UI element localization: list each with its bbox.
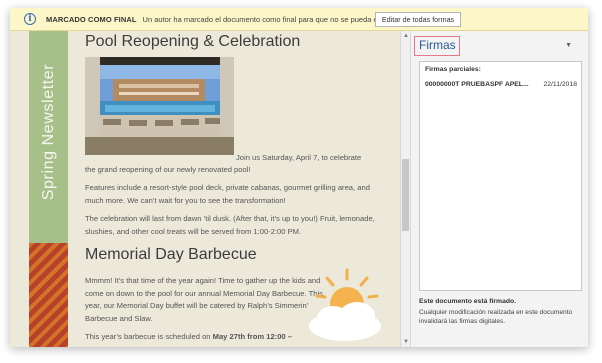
heading-pool-reopening: Pool Reopening & Celebration	[85, 33, 301, 50]
partial-signatures-list: Firmas parciales: 00000000T PRUEBASPF AP…	[419, 61, 582, 291]
signatures-pane: Firmas ▼ Firmas parciales: 00000000T PRU…	[410, 31, 588, 347]
signed-status: Este documento está firmado.	[419, 298, 517, 305]
pool-para-1b: the grand reopening of our newly renovat…	[85, 165, 251, 174]
bbq-para-1: Mmmm! It’s that time of the year again! …	[85, 276, 323, 323]
partial-signatures-header: Firmas parciales:	[425, 66, 481, 73]
scroll-thumb[interactable]	[402, 159, 409, 231]
heading-memorial-day: Memorial Day Barbecue	[85, 246, 257, 263]
document-scrollbar[interactable]: ▲ ▼	[400, 31, 410, 347]
infobar-message: Un autor ha marcado el documento como fi…	[142, 14, 394, 24]
signatures-pane-title: Firmas	[414, 36, 460, 56]
bbq-para-2: This year’s barbecue is scheduled on May…	[85, 332, 292, 341]
signature-row[interactable]: 00000000T PRUEBASPF APEL... 22/11/2018	[425, 81, 577, 88]
infobar-title: MARCADO COMO FINAL	[46, 14, 137, 24]
pool-para-3: The celebration will last from dawn ’til…	[85, 214, 375, 236]
signed-warning: Cualquier modificación realizada en este…	[419, 309, 573, 325]
pool-para-2: Features include a resort-style pool dec…	[85, 183, 370, 205]
scroll-up-icon[interactable]: ▲	[402, 33, 410, 39]
signature-date: 22/11/2018	[543, 81, 577, 88]
pool-para-1a: Join us Saturday, April 7, to celebrate	[236, 153, 362, 162]
pool-photo	[85, 57, 234, 155]
sun-cloud-illustration	[309, 268, 381, 341]
sidebar-title: Spring Newsletter	[39, 63, 57, 201]
chevron-pattern	[29, 243, 68, 347]
info-icon: i	[24, 13, 36, 25]
signer-name: 00000000T PRUEBASPF APEL...	[425, 81, 529, 88]
document-canvas[interactable]: Spring Newsletter Pool Reopening & Celeb…	[10, 31, 400, 347]
edit-anyway-button[interactable]: Editar de todas formas	[375, 12, 461, 27]
marked-final-infobar: i MARCADO COMO FINAL Un autor ha marcado…	[10, 8, 588, 31]
word-window: i MARCADO COMO FINAL Un autor ha marcado…	[10, 8, 588, 347]
pane-options-chevron-down-icon[interactable]: ▼	[565, 42, 572, 49]
scroll-down-icon[interactable]: ▼	[402, 339, 410, 345]
